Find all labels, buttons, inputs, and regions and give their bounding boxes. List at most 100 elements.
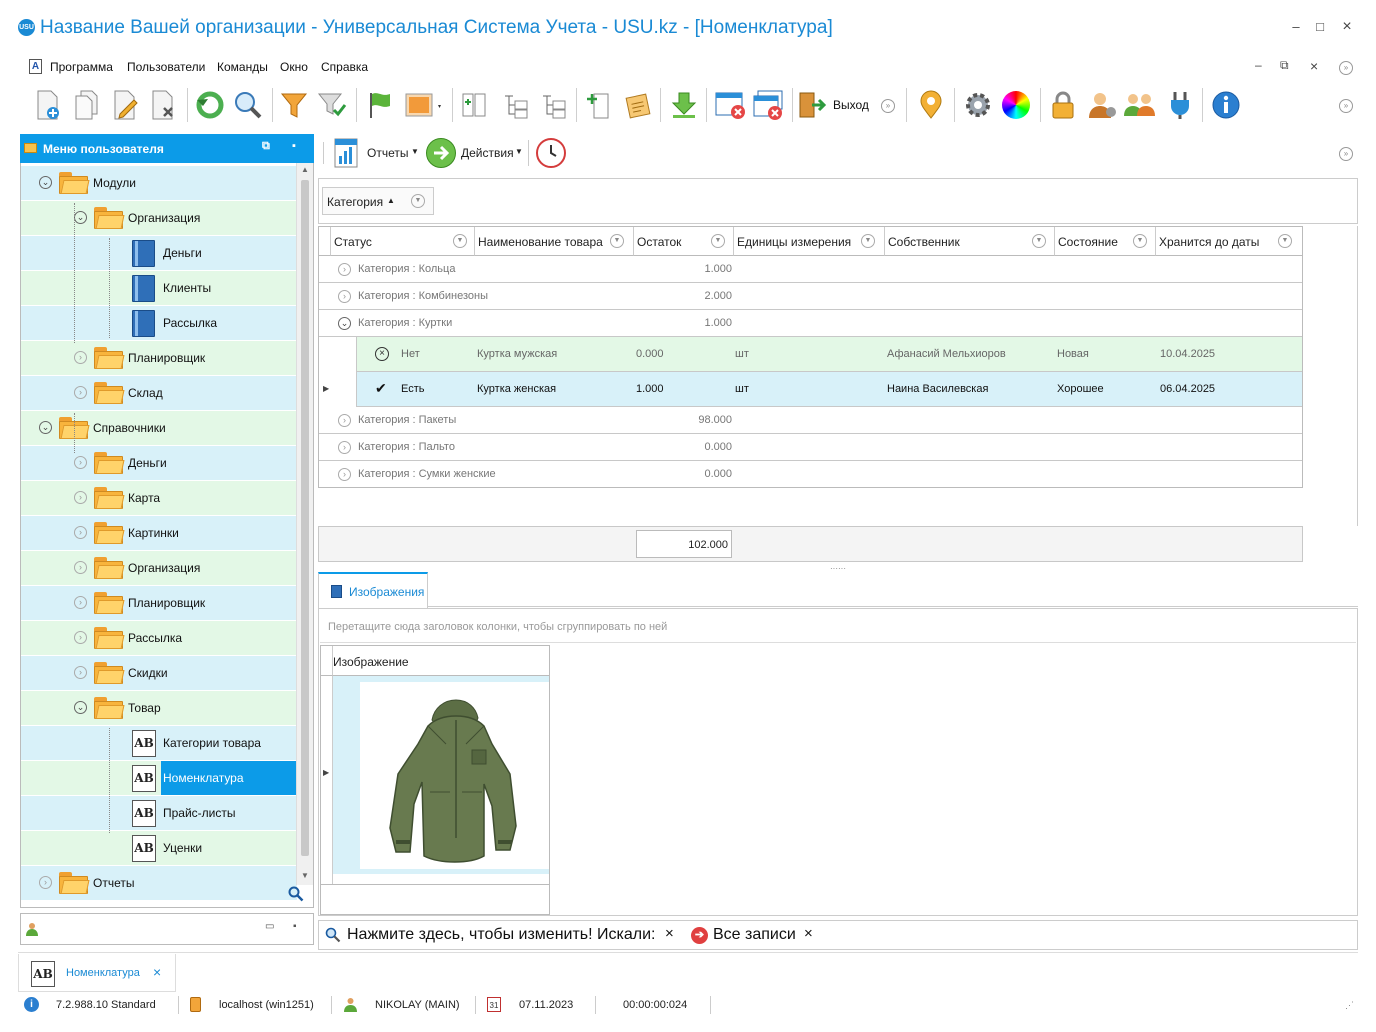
filter-icon[interactable]: ▼ bbox=[610, 234, 624, 248]
tree-item-16[interactable]: AB Категории товара bbox=[21, 726, 297, 760]
panel-float-icon[interactable]: ⧉ bbox=[262, 140, 270, 153]
exit-button[interactable]: Выход bbox=[797, 86, 873, 124]
search-icon[interactable] bbox=[230, 86, 266, 124]
filter-icon[interactable]: ▼ bbox=[861, 234, 875, 248]
actions-dropdown-icon[interactable]: ▼ bbox=[515, 147, 523, 156]
menu-users[interactable]: Пользователи bbox=[127, 60, 205, 74]
tree-item-12[interactable]: › Планировщик bbox=[21, 586, 297, 620]
color-wheel-icon[interactable] bbox=[998, 86, 1034, 124]
tree-item-11[interactable]: › Организация bbox=[21, 551, 297, 585]
expand-icon[interactable]: › bbox=[338, 468, 351, 481]
tab-images[interactable]: Изображения bbox=[318, 572, 428, 608]
clear-filter-icon[interactable]: × bbox=[804, 925, 813, 942]
filter-icon[interactable]: ▼ bbox=[411, 194, 425, 208]
tree-item-10[interactable]: › Картинки bbox=[21, 516, 297, 550]
user-settings-icon[interactable] bbox=[1084, 86, 1120, 124]
expand-icon[interactable]: › bbox=[74, 561, 87, 574]
close-window-icon[interactable] bbox=[712, 86, 748, 124]
tree-item-2[interactable]: Деньги bbox=[21, 236, 297, 270]
menu-program[interactable]: Программа bbox=[50, 60, 113, 74]
group-chip-category[interactable]: Категория ▲ ▼ bbox=[322, 187, 434, 215]
grid-toolbar-collapse-icon[interactable]: » bbox=[1339, 147, 1353, 161]
mdi-restore-icon[interactable]: ⧉ bbox=[1280, 58, 1289, 73]
menu-commands[interactable]: Команды bbox=[217, 60, 268, 74]
filter-icon[interactable]: ▼ bbox=[453, 234, 467, 248]
col-name[interactable]: Наименование товара ▼ bbox=[475, 227, 634, 256]
timer-icon[interactable] bbox=[536, 138, 566, 168]
reports-icon[interactable] bbox=[334, 138, 360, 168]
col-date[interactable]: Хранится до даты ▼ bbox=[1156, 227, 1302, 256]
expand-icon[interactable]: › bbox=[74, 596, 87, 609]
product-image[interactable] bbox=[360, 682, 549, 869]
expand-icon[interactable]: › bbox=[74, 351, 87, 364]
resize-grip-icon[interactable]: ⋰ bbox=[1345, 1000, 1354, 1011]
user-panel-minimize-icon[interactable]: ▭ bbox=[265, 921, 274, 932]
expand-icon[interactable]: › bbox=[74, 666, 87, 679]
toolbar-collapse-icon[interactable]: » bbox=[1339, 99, 1353, 113]
expand-icon[interactable]: › bbox=[74, 456, 87, 469]
delete-record-icon[interactable] bbox=[146, 86, 182, 124]
reports-button[interactable]: Отчеты bbox=[367, 146, 408, 160]
expand-icon[interactable]: › bbox=[338, 290, 351, 303]
tree-item-13[interactable]: › Рассылка bbox=[21, 621, 297, 655]
filter-icon[interactable]: ▼ bbox=[1278, 234, 1292, 248]
expand-icon[interactable]: › bbox=[74, 386, 87, 399]
reports-dropdown-icon[interactable]: ▼ bbox=[411, 147, 419, 156]
filter-icon[interactable]: ▼ bbox=[711, 234, 725, 248]
expand-icon[interactable]: › bbox=[74, 526, 87, 539]
clear-search-icon[interactable]: × bbox=[665, 925, 674, 942]
edit-record-icon[interactable] bbox=[108, 86, 144, 124]
filter-icon[interactable]: ▼ bbox=[1032, 234, 1046, 248]
table-row[interactable]: × Нет Куртка мужская 0.000 шт Афанасий М… bbox=[356, 337, 1302, 372]
tree-item-9[interactable]: › Карта bbox=[21, 481, 297, 515]
group-row[interactable]: › Категория : Кольца 1.000 bbox=[319, 256, 1302, 283]
mdi-minimize-icon[interactable]: – bbox=[1255, 58, 1262, 72]
menu-window[interactable]: Окно bbox=[280, 60, 308, 74]
notes-icon[interactable] bbox=[620, 86, 656, 124]
group-row[interactable]: › Категория : Комбинезоны 2.000 bbox=[319, 283, 1302, 310]
col-state[interactable]: Состояние ▼ bbox=[1055, 227, 1156, 256]
tree-expand-icon[interactable] bbox=[498, 86, 534, 124]
users-group-icon[interactable] bbox=[1122, 86, 1158, 124]
lock-icon[interactable] bbox=[1045, 86, 1081, 124]
picture-menu-icon[interactable] bbox=[402, 86, 446, 124]
download-icon[interactable] bbox=[666, 86, 702, 124]
tree-item-15[interactable]: ⌄ Товар bbox=[21, 691, 297, 725]
tree-item-3[interactable]: Клиенты bbox=[21, 271, 297, 305]
col-image[interactable]: Изображение bbox=[333, 646, 549, 676]
tree-collapse-icon[interactable] bbox=[536, 86, 572, 124]
panel-pin-icon[interactable]: ▪ bbox=[292, 140, 296, 152]
tree-item-8[interactable]: › Деньги bbox=[21, 446, 297, 480]
plugin-icon[interactable] bbox=[1162, 86, 1198, 124]
toolbar-more-icon[interactable]: » bbox=[881, 99, 895, 113]
filter-icon[interactable] bbox=[276, 86, 312, 124]
menu-help[interactable]: Справка bbox=[321, 60, 368, 74]
col-status[interactable]: Статус ▼ bbox=[331, 227, 475, 256]
filter-icon[interactable]: ▼ bbox=[1133, 234, 1147, 248]
all-records-label[interactable]: Все записи bbox=[713, 926, 796, 944]
filter-bar[interactable]: Нажмите здесь, чтобы изменить! Искали: ×… bbox=[318, 920, 1358, 950]
flag-icon[interactable] bbox=[362, 86, 398, 124]
expand-icon[interactable]: › bbox=[74, 491, 87, 504]
map-pin-icon[interactable] bbox=[913, 86, 949, 124]
filter-settings-icon[interactable] bbox=[314, 86, 350, 124]
close-tab-icon[interactable]: × bbox=[153, 964, 161, 980]
tree-scroll-thumb[interactable] bbox=[301, 180, 309, 856]
expand-icon[interactable]: › bbox=[338, 441, 351, 454]
group-row[interactable]: › Категория : Пальто 0.000 bbox=[319, 434, 1302, 461]
col-unit[interactable]: Единицы измерения ▼ bbox=[734, 227, 885, 256]
expand-icon[interactable]: › bbox=[338, 263, 351, 276]
maximize-button[interactable]: □ bbox=[1312, 18, 1328, 36]
table-row-selected[interactable]: ▶ ✔ Есть Куртка женская 1.000 шт Наина В… bbox=[323, 372, 1302, 407]
user-panel-pin-icon[interactable]: ▪ bbox=[293, 921, 297, 932]
copy-record-icon[interactable] bbox=[68, 86, 104, 124]
expand-icon[interactable]: › bbox=[39, 876, 52, 889]
settings-gear-icon[interactable] bbox=[960, 86, 996, 124]
group-row[interactable]: ⌄ Категория : Куртки 1.000 bbox=[319, 310, 1302, 337]
col-rest[interactable]: Остаток ▼ bbox=[634, 227, 734, 256]
refresh-icon[interactable] bbox=[192, 86, 228, 124]
actions-icon[interactable] bbox=[426, 138, 456, 168]
expand-columns-icon[interactable] bbox=[456, 86, 492, 124]
close-all-windows-icon[interactable] bbox=[750, 86, 786, 124]
group-row[interactable]: › Категория : Пакеты 98.000 bbox=[319, 407, 1302, 434]
